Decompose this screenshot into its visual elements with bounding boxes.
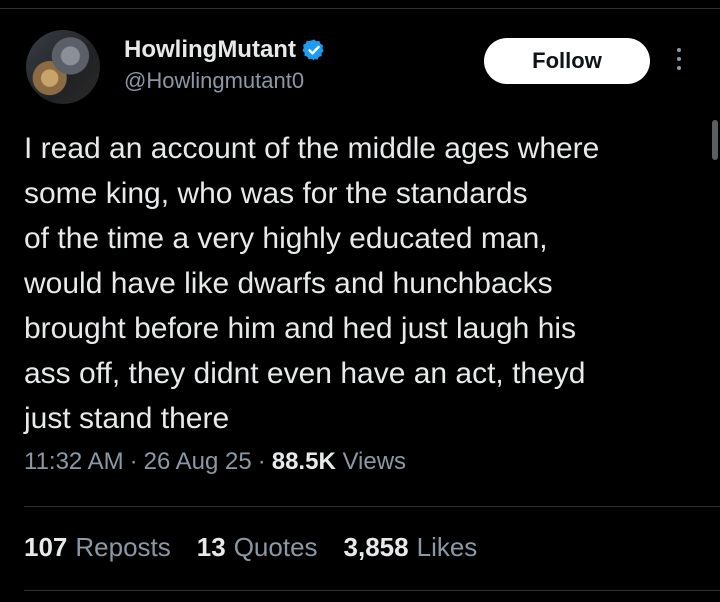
reposts-count: 107	[24, 532, 68, 562]
quotes-label: Quotes	[233, 532, 318, 562]
reposts-stat[interactable]: 107 Reposts	[24, 532, 171, 563]
separator-dot: ·	[257, 448, 266, 475]
tweet-text: I read an account of the middle ages whe…	[24, 132, 600, 435]
separator-dot: ·	[129, 448, 138, 475]
divider	[24, 506, 720, 507]
author-block: HowlingMutant @Howlingmutant0	[124, 36, 326, 94]
quotes-stat[interactable]: 13 Quotes	[197, 532, 318, 563]
tweet-meta: 11:32 AM · 26 Aug 25 · 88.5K Views	[24, 448, 406, 476]
display-name-row[interactable]: HowlingMutant	[124, 36, 326, 64]
avatar[interactable]	[26, 30, 100, 104]
likes-stat[interactable]: 3,858 Likes	[344, 532, 478, 563]
tweet-header: HowlingMutant @Howlingmutant0 Follow	[26, 30, 696, 110]
likes-label: Likes	[416, 532, 478, 562]
handle[interactable]: @Howlingmutant0	[124, 68, 326, 94]
quotes-count: 13	[196, 532, 226, 562]
more-options-icon[interactable]	[674, 48, 684, 78]
tweet-date[interactable]: 26 Aug 25	[144, 448, 252, 475]
scrollbar[interactable]	[712, 120, 718, 160]
divider	[24, 590, 720, 591]
likes-count: 3,858	[343, 532, 409, 562]
tweet-time[interactable]: 11:32 AM	[24, 448, 124, 475]
views-label: Views	[342, 448, 407, 475]
follow-button[interactable]: Follow	[484, 38, 650, 84]
top-divider	[0, 0, 720, 9]
verified-badge-icon	[302, 39, 324, 61]
views-count: 88.5K	[271, 448, 336, 475]
engagement-stats: 107 Reposts 13 Quotes 3,858 Likes	[24, 532, 477, 563]
reposts-label: Reposts	[75, 532, 171, 562]
display-name[interactable]: HowlingMutant	[124, 36, 296, 64]
